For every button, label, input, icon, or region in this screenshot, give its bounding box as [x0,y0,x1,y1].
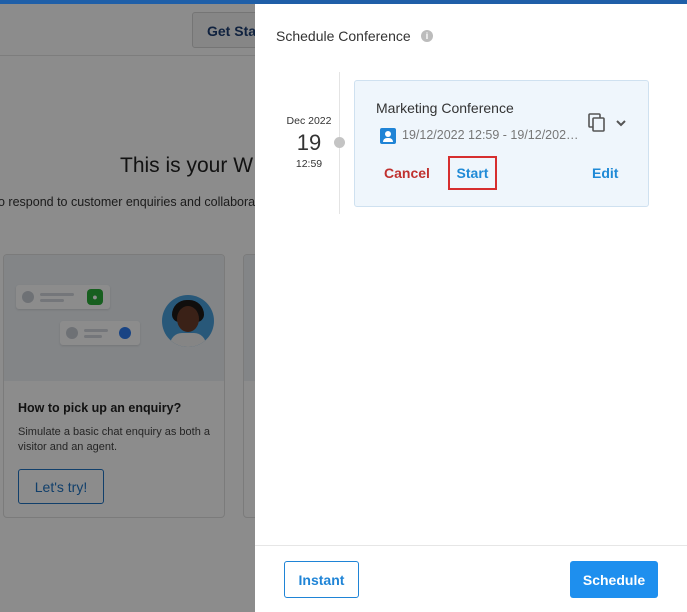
panel-title: Schedule Conference [276,28,411,44]
top-accent-bar [0,0,687,4]
modal-overlay[interactable] [0,4,255,612]
copy-icon[interactable] [588,113,606,133]
cancel-button[interactable]: Cancel [384,165,430,181]
chevron-down-icon[interactable] [614,116,628,130]
schedule-conference-panel: Schedule Conference i Dec 2022 19 12:59 … [255,4,687,612]
edit-button[interactable]: Edit [592,165,618,181]
instant-button[interactable]: Instant [284,561,359,598]
conference-time-range: 19/12/2022 12:59 - 19/12/2022 13:59 [402,128,584,142]
info-icon[interactable]: i [421,30,433,42]
date-month-year: Dec 2022 [286,115,332,127]
conference-title: Marketing Conference [376,100,514,116]
start-button[interactable]: Start [448,156,497,190]
contact-icon [380,128,396,144]
footer-divider [255,545,687,546]
date-day: 19 [296,130,322,155]
conference-card: Marketing Conference 19/12/2022 12:59 - … [354,80,649,207]
date-time: 12:59 [295,158,323,170]
schedule-button[interactable]: Schedule [570,561,658,598]
